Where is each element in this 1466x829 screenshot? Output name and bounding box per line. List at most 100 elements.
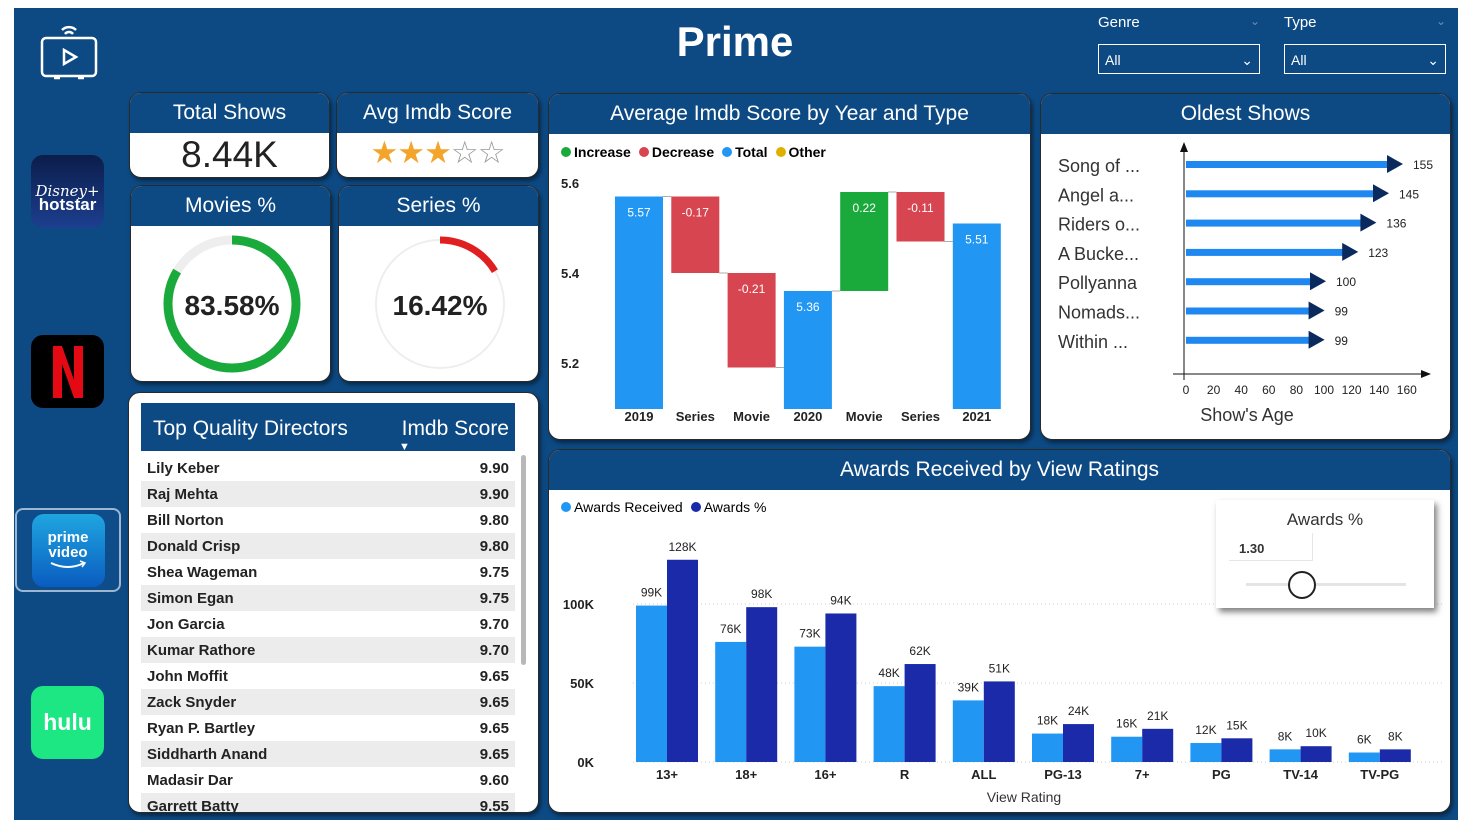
x-tick-label: 140	[1369, 383, 1389, 397]
slider-thumb[interactable]	[1288, 571, 1316, 599]
bar	[873, 686, 905, 762]
chevron-down-icon[interactable]: ⌄	[1436, 14, 1446, 34]
total-shows-value: 8.44K	[181, 134, 278, 175]
data-label: 128K	[668, 540, 696, 554]
data-label: 51K	[989, 661, 1010, 675]
bar-arrowhead	[1342, 242, 1359, 261]
x-tick-label: TV-14	[1283, 767, 1318, 782]
y-tick-label: Song of ...	[1058, 156, 1140, 176]
x-tick-label: 13+	[656, 767, 678, 782]
table-row[interactable]: Garrett Batty 9.55	[141, 793, 515, 812]
table-row[interactable]: Donald Crisp 9.80	[141, 533, 515, 559]
director-score: 9.80	[479, 511, 509, 529]
table-row[interactable]: Madasir Dar 9.60	[141, 767, 515, 793]
prime-label: prime	[47, 529, 89, 546]
bar	[1063, 724, 1094, 762]
data-label: 6K	[1357, 733, 1372, 747]
bar	[1142, 728, 1174, 762]
data-label: 8K	[1278, 729, 1293, 743]
data-label: 155	[1413, 158, 1433, 172]
table-row[interactable]: Raj Mehta 9.90	[141, 481, 515, 507]
waterfall-title: Average Imdb Score by Year and Type	[549, 94, 1030, 134]
data-label: 10K	[1305, 726, 1326, 740]
type-value: All	[1291, 52, 1307, 68]
table-row[interactable]: Lily Keber 9.90	[141, 455, 515, 481]
table-row[interactable]: John Moffit 9.65	[141, 663, 515, 689]
data-label: -0.17	[682, 206, 710, 220]
director-name: Kumar Rathore	[147, 641, 256, 659]
x-tick-label: PG	[1212, 767, 1231, 782]
table-row[interactable]: Jon Garcia 9.70	[141, 611, 515, 637]
director-name: Shea Wageman	[147, 563, 258, 581]
table-row[interactable]: Simon Egan 9.75	[141, 585, 515, 611]
movies-pct-title: Movies %	[131, 186, 330, 226]
x-tick-label: 100	[1314, 383, 1334, 397]
directors-table-header: Top Quality Directors Imdb Score ▼	[141, 403, 515, 453]
oldest-shows-plot: Song of ... 155 Angel a... 145 Riders o... 13…	[1058, 142, 1433, 425]
hulu-button[interactable]: hulu	[31, 686, 104, 759]
directors-column-header[interactable]: Top Quality Directors	[153, 417, 348, 441]
data-label: 21K	[1147, 709, 1168, 723]
data-label: 136	[1386, 217, 1406, 231]
x-tick-label: 2021	[962, 409, 991, 424]
bar	[794, 646, 826, 762]
director-name: Jon Garcia	[147, 615, 225, 633]
director-name: Madasir Dar	[147, 771, 233, 789]
chevron-down-icon[interactable]: ⌄	[1250, 14, 1260, 34]
netflix-button[interactable]	[31, 335, 104, 408]
awards-slider-input[interactable]: 1.30	[1229, 533, 1313, 561]
y-tick-label: Pollyanna	[1058, 273, 1138, 293]
type-slicer[interactable]: Type ⌄ All ⌄	[1284, 14, 1446, 74]
table-row[interactable]: Bill Norton 9.80	[141, 507, 515, 533]
data-label: 62K	[909, 644, 930, 658]
data-label: 94K	[830, 593, 851, 607]
tv-logo-icon	[40, 25, 98, 80]
waterfall-plot: 5.6 5.4 5.2 5.57 2019 -0.17 Series -0.21 Movie 5.…	[561, 176, 1001, 424]
data-label: 100	[1336, 275, 1356, 289]
x-axis-title: Show's Age	[1200, 405, 1294, 425]
genre-slicer[interactable]: Genre ⌄ All ⌄	[1098, 14, 1260, 74]
x-tick-label: Series	[901, 409, 940, 424]
director-score: 9.65	[479, 667, 509, 685]
bar	[1186, 190, 1375, 198]
table-row[interactable]: Kumar Rathore 9.70	[141, 637, 515, 663]
bar	[1221, 738, 1253, 762]
bar	[1186, 161, 1389, 168]
bar	[1186, 219, 1363, 227]
waterfall-bar	[896, 192, 945, 242]
awards-title: Awards Received by View Ratings	[549, 450, 1450, 490]
genre-dropdown[interactable]: All ⌄	[1098, 44, 1260, 74]
table-row[interactable]: Siddharth Anand 9.65	[141, 741, 515, 767]
director-score: 9.65	[479, 719, 509, 737]
data-label: 98K	[751, 587, 772, 601]
y-tick-label: 50K	[570, 676, 594, 691]
data-label: 145	[1399, 187, 1419, 201]
total-shows-card: Total Shows 8.44K	[129, 92, 330, 178]
disney-hotstar-button[interactable]: Disney+ hotstar	[31, 155, 104, 228]
y-tick-label: A Bucke...	[1058, 244, 1139, 264]
y-tick-label: 100K	[563, 597, 595, 612]
table-scrollbar[interactable]	[521, 455, 526, 665]
genre-label: Genre	[1098, 14, 1140, 31]
data-label: 5.57	[627, 206, 651, 220]
table-row[interactable]: Ryan P. Bartley 9.65	[141, 715, 515, 741]
x-tick-label: 60	[1262, 383, 1276, 397]
series-gauge: 16.42%	[372, 236, 508, 372]
hotstar-label: hotstar	[38, 195, 97, 214]
bar	[952, 700, 984, 762]
data-label: 8K	[1388, 729, 1403, 743]
slider-track[interactable]	[1246, 583, 1406, 586]
prime-video-button[interactable]: prime video	[15, 508, 121, 592]
netflix-logo-icon	[52, 345, 83, 398]
table-row[interactable]: Shea Wageman 9.75	[141, 559, 515, 585]
data-label: 123	[1368, 246, 1388, 260]
table-row[interactable]: Zack Snyder 9.65	[141, 689, 515, 715]
director-name: Ryan P. Bartley	[147, 719, 256, 737]
x-tick-label: Movie	[846, 409, 883, 424]
bar	[1186, 248, 1345, 256]
bar-arrowhead	[1373, 184, 1389, 203]
director-score: 9.90	[479, 459, 509, 477]
type-dropdown[interactable]: All ⌄	[1284, 44, 1446, 74]
sort-desc-icon[interactable]: ▼	[399, 441, 410, 453]
imdb-score-column-header[interactable]: Imdb Score	[402, 417, 509, 441]
